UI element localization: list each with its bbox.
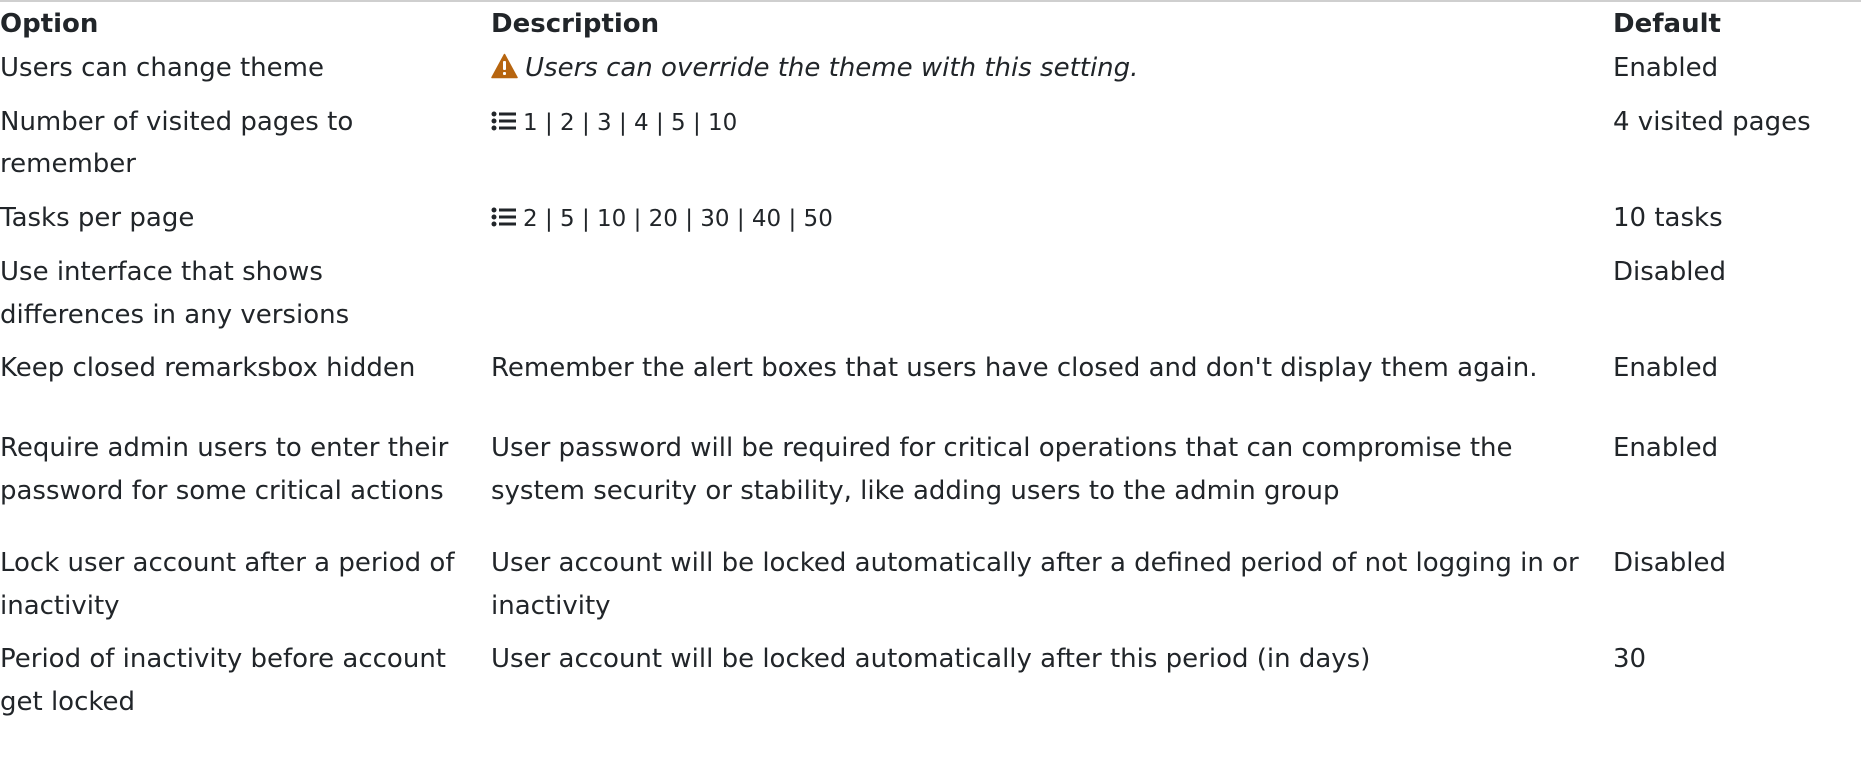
default-value: Disabled bbox=[1613, 257, 1726, 287]
option-name: Use interface that shows differences in … bbox=[0, 257, 350, 330]
table-row: Users can change theme Users can overrid… bbox=[0, 47, 1861, 101]
header-row: Option Description Default bbox=[0, 3, 1861, 47]
option-name: Keep closed remarksbox hidden bbox=[0, 353, 416, 383]
column-header-option: Option bbox=[0, 9, 99, 39]
description-text: Users can override the theme with this s… bbox=[525, 53, 1139, 83]
table-row: Require admin users to enter their passw… bbox=[0, 427, 1861, 542]
option-name: Require admin users to enter their passw… bbox=[0, 433, 449, 506]
list-icon bbox=[491, 199, 517, 226]
option-description: Users can override the theme with this s… bbox=[479, 47, 1601, 101]
option-description: User account will be locked automaticall… bbox=[491, 644, 1371, 674]
warning-icon bbox=[491, 50, 518, 79]
column-header-default: Default bbox=[1613, 9, 1721, 39]
option-name: Users can change theme bbox=[0, 53, 324, 83]
option-description bbox=[479, 251, 1601, 347]
table-top-border bbox=[0, 0, 1861, 2]
table-row: Keep closed remarksbox hidden Remember t… bbox=[0, 347, 1861, 427]
default-value: 10 tasks bbox=[1613, 202, 1723, 233]
option-description: 2 | 5 | 10 | 20 | 30 | 40 | 50 bbox=[479, 197, 1601, 252]
table-body: Users can change theme Users can overrid… bbox=[0, 47, 1861, 734]
option-description: Remember the alert boxes that users have… bbox=[491, 353, 1538, 383]
choice-list: 1 | 2 | 3 | 4 | 5 | 10 bbox=[523, 109, 738, 136]
option-description: User account will be locked automaticall… bbox=[491, 548, 1579, 621]
option-name: Tasks per page bbox=[0, 202, 195, 233]
option-name: Period of inactivity before account get … bbox=[0, 644, 446, 717]
choice-list: 2 | 5 | 10 | 20 | 30 | 40 | 50 bbox=[523, 205, 833, 232]
default-value: Enabled bbox=[1613, 353, 1719, 383]
option-name: Number of visited pages to remember bbox=[0, 106, 354, 180]
column-header-description: Description bbox=[491, 9, 660, 39]
preferences-table: Option Description Default Users can cha… bbox=[0, 3, 1861, 734]
table-row: Period of inactivity before account get … bbox=[0, 638, 1861, 734]
default-value: Enabled bbox=[1613, 53, 1719, 83]
table-row: Tasks per page 2 | 5 | 10 | 20 | 30 | 40… bbox=[0, 197, 1861, 252]
table-row: Use interface that shows differences in … bbox=[0, 251, 1861, 347]
table-header: Option Description Default bbox=[0, 3, 1861, 47]
option-description: User password will be required for criti… bbox=[491, 433, 1513, 506]
list-icon bbox=[491, 103, 517, 130]
default-value: 4 visited pages bbox=[1613, 106, 1811, 137]
default-value: Disabled bbox=[1613, 548, 1726, 578]
option-name: Lock user account after a period of inac… bbox=[0, 548, 455, 621]
option-description: 1 | 2 | 3 | 4 | 5 | 10 bbox=[479, 101, 1601, 197]
default-value: 30 bbox=[1613, 644, 1647, 674]
table-row: Lock user account after a period of inac… bbox=[0, 542, 1861, 638]
default-value: Enabled bbox=[1613, 433, 1719, 463]
table-row: Number of visited pages to remember 1 | … bbox=[0, 101, 1861, 197]
